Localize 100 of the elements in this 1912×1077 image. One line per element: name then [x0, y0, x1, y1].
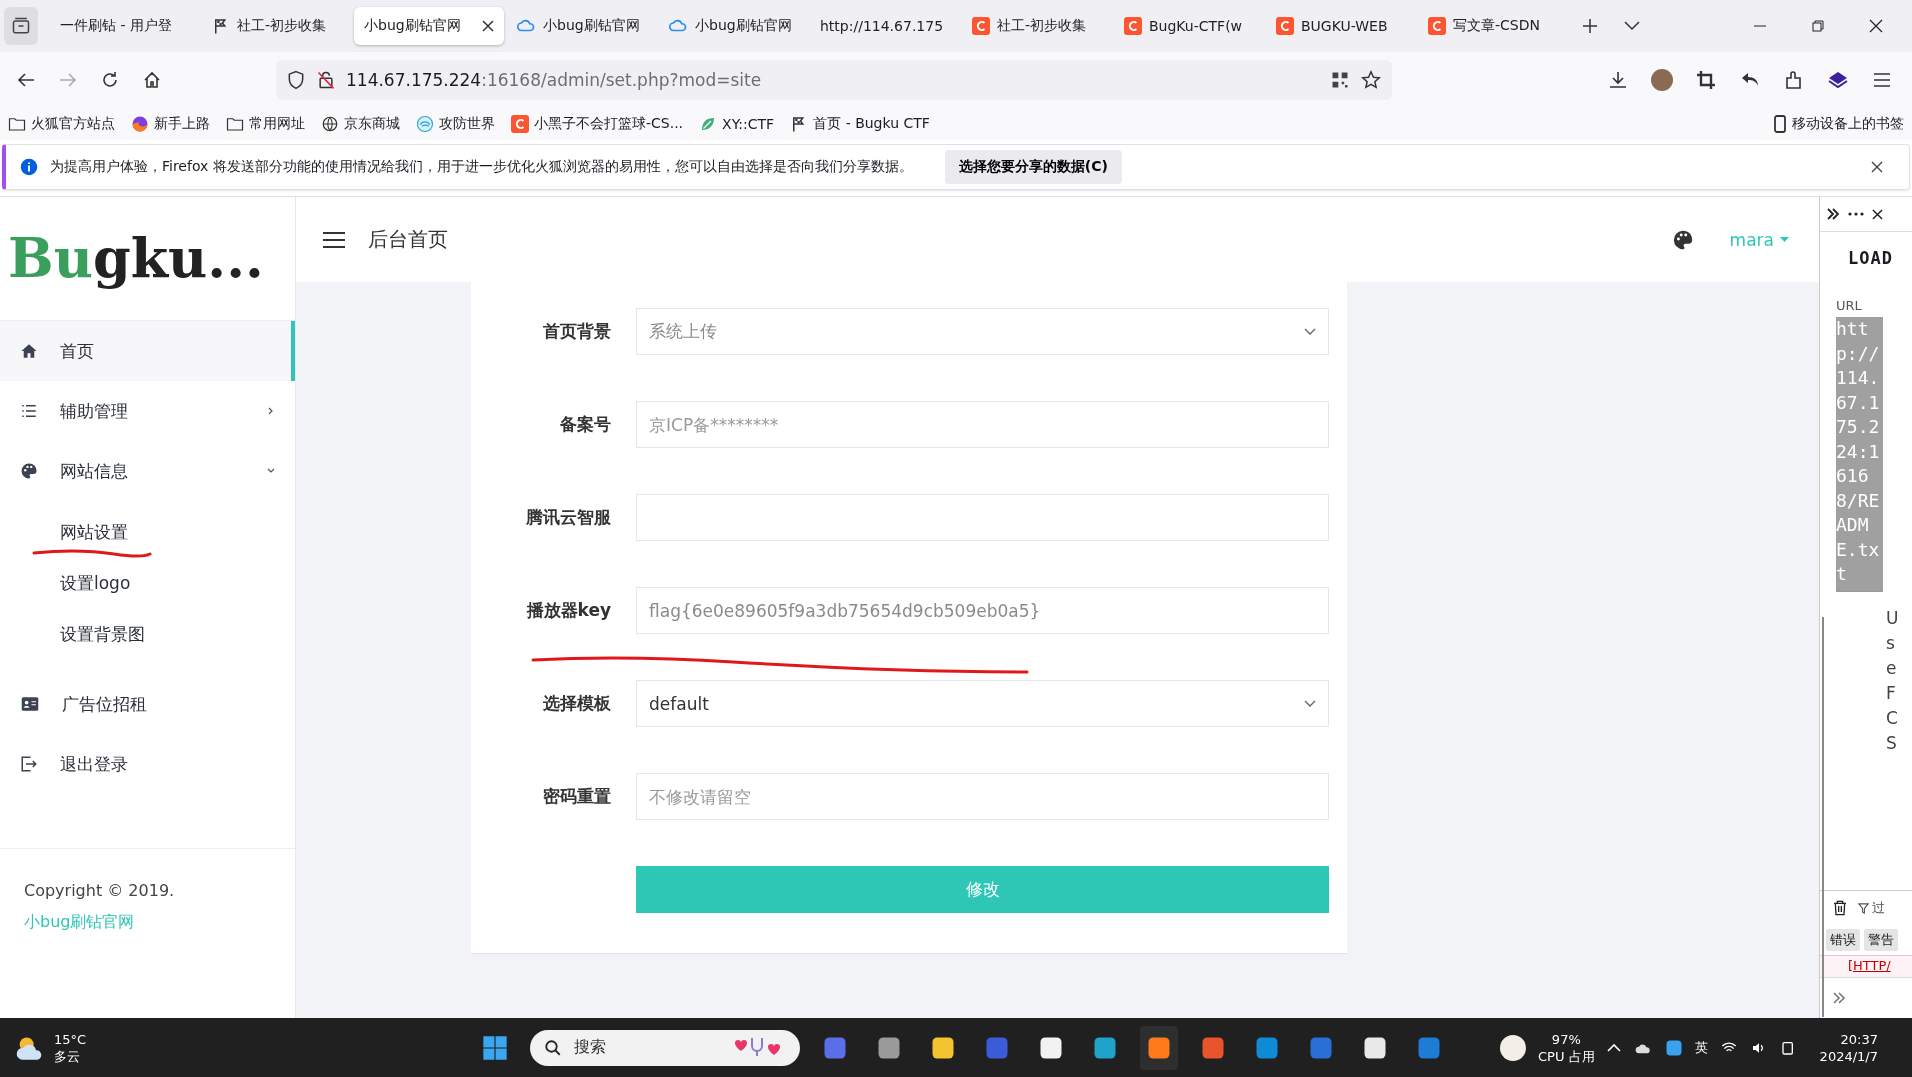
clipped-text: S — [1886, 731, 1898, 755]
browser-tab[interactable]: 社工-初步收集 — [202, 7, 352, 45]
home-icon — [143, 71, 161, 89]
url-label: URL — [1835, 297, 1863, 313]
qr-code-icon[interactable] — [1330, 70, 1350, 90]
palette-icon — [20, 462, 38, 480]
profile-avatar[interactable] — [1651, 69, 1673, 91]
list-icon — [20, 402, 38, 420]
browser-tab[interactable]: BUGKU-WEB — [1266, 7, 1416, 45]
chevron-icon — [1304, 327, 1316, 336]
crop-icon — [1696, 70, 1716, 90]
chevron-icon — [267, 467, 275, 475]
browser-tab[interactable]: BugKu-CTF(w — [1114, 7, 1264, 45]
menu-icon — [1873, 72, 1891, 88]
url-text: http://114.67.175.224:16168/README.txt — [1836, 317, 1883, 592]
bookmark-item[interactable]: 攻防世界 — [416, 115, 495, 133]
more-icon[interactable] — [1848, 212, 1864, 216]
select-field[interactable]: 系统上传 — [636, 308, 1329, 355]
chevron-up-icon[interactable] — [1606, 1042, 1621, 1053]
restore-icon — [1812, 20, 1824, 32]
id-card-icon — [20, 695, 40, 713]
address-bar[interactable]: 114.67.175.224:16168/admin/set.php?mod=site — [276, 60, 1392, 100]
browser-tab[interactable]: 一件刷钻 - 用户登 — [50, 7, 200, 45]
filter-field[interactable]: 过 — [1872, 899, 1885, 917]
submenu-item[interactable]: 网站设置 — [0, 507, 295, 558]
start-icon[interactable] — [481, 1033, 510, 1062]
select-field[interactable]: default — [636, 680, 1329, 727]
temperature: 15°C — [54, 1030, 87, 1048]
active-app-highlight[interactable] — [1140, 1025, 1179, 1070]
share-data-button[interactable]: 选择您要分享的数据(C) — [944, 150, 1122, 184]
bookmark-item[interactable]: XY::CTF — [699, 115, 775, 133]
browser-tab[interactable]: 小bug刷钻官网 — [354, 7, 504, 45]
mobile-bookmarks[interactable]: 移动设备上的书签 — [1773, 115, 1904, 133]
forward-icon — [59, 71, 77, 89]
submenu-item[interactable]: 设置背景图 — [0, 609, 295, 660]
close-icon — [1871, 161, 1883, 173]
exit-icon — [20, 755, 38, 773]
clock-time: 20:37 — [1840, 1030, 1878, 1048]
globe-icon — [321, 115, 339, 133]
folder-icon — [8, 115, 26, 133]
field-label: 选择模板 — [542, 692, 612, 715]
clock-date: 2024/1/7 — [1819, 1047, 1878, 1065]
double-chevron-icon[interactable] — [1826, 207, 1840, 221]
close-icon[interactable] — [482, 20, 494, 32]
clipped-text: s — [1886, 631, 1896, 655]
taskbar-search-field[interactable]: 搜索 — [530, 1029, 801, 1066]
download-icon — [1608, 70, 1628, 90]
panel-heading: LOAD — [1847, 247, 1894, 268]
bookmark-item[interactable]: 常用网址 — [226, 115, 305, 133]
browser-tab[interactable]: 小bug刷钻官网 — [658, 7, 808, 45]
input-field[interactable]: flag{6e0e89605f9a3db75654d9cb509eb0a5} — [636, 587, 1329, 634]
submenu-item[interactable]: 设置logo — [0, 558, 295, 609]
list-all-tabs-button[interactable] — [4, 7, 38, 45]
search-icon — [544, 1038, 563, 1057]
cpu-percent: 97% — [1551, 1030, 1581, 1048]
input-field[interactable] — [636, 494, 1329, 541]
c-logo-icon — [511, 115, 529, 133]
browser-tab[interactable]: 小bug刷钻官网 — [506, 7, 656, 45]
list-all-tabs-icon — [11, 16, 31, 36]
input-field[interactable]: 京ICP备******** — [636, 401, 1329, 448]
weather-text: 多云 — [54, 1047, 81, 1065]
reload-icon — [101, 71, 119, 89]
c-logo-icon — [1428, 17, 1446, 35]
level-tab[interactable]: 警告 — [1864, 929, 1898, 951]
sidebar-item[interactable]: 首页 — [0, 321, 295, 381]
star-icon[interactable] — [1360, 69, 1382, 91]
field-label: 密码重置 — [542, 785, 612, 808]
level-tab[interactable]: 错误 — [1826, 929, 1860, 951]
chevron-icon — [267, 407, 275, 415]
field-label: 首页背景 — [542, 320, 612, 343]
clipped-text: U — [1886, 606, 1900, 630]
browser-tab[interactable]: http://114.67.175 — [810, 7, 960, 45]
bookmark-item[interactable]: 新手上路 — [131, 115, 210, 133]
clipped-text: F — [1886, 681, 1897, 705]
c-logo-icon — [1124, 17, 1142, 35]
insecure-lock-icon — [316, 70, 336, 90]
bookmark-item[interactable]: 小黑子不会打篮球-CS... — [511, 115, 684, 133]
bookmark-item[interactable]: 京东商城 — [321, 115, 400, 133]
c-logo-icon — [972, 17, 990, 35]
browser-tab[interactable]: 写文章-CSDN — [1418, 7, 1568, 45]
input-field[interactable]: 不修改请留空 — [636, 773, 1329, 820]
trash-icon[interactable] — [1832, 899, 1848, 917]
app-tray-icon — [1664, 1038, 1683, 1057]
menu-toggle-icon — [322, 230, 346, 249]
page-title: 后台首页 — [368, 226, 448, 253]
bookmark-item[interactable]: 首页 - Bugku CTF — [790, 115, 930, 133]
minimize-icon — [1754, 25, 1766, 27]
clipped-text: e — [1886, 656, 1898, 680]
clipped-text: C — [1886, 706, 1899, 730]
close-icon[interactable] — [1872, 208, 1883, 220]
phone-icon — [1773, 115, 1787, 133]
cpu-label: CPU 占用 — [1538, 1047, 1595, 1065]
bookmark-item[interactable]: 火狐官方站点 — [8, 115, 115, 133]
browser-tab[interactable]: 社工-初步收集 — [962, 7, 1112, 45]
notification-text: 为提高用户体验，Firefox 将发送部分功能的使用情况给我们，用于进一步优化火狐浏览器的易用性，您可以自由选择是否向我们分享数据。 — [50, 158, 913, 176]
layers-icon — [1827, 69, 1849, 91]
filter-icon — [1858, 902, 1869, 914]
info-icon — [20, 158, 38, 176]
palette-icon — [1671, 228, 1694, 251]
input-method[interactable]: 英 — [1694, 1038, 1708, 1057]
